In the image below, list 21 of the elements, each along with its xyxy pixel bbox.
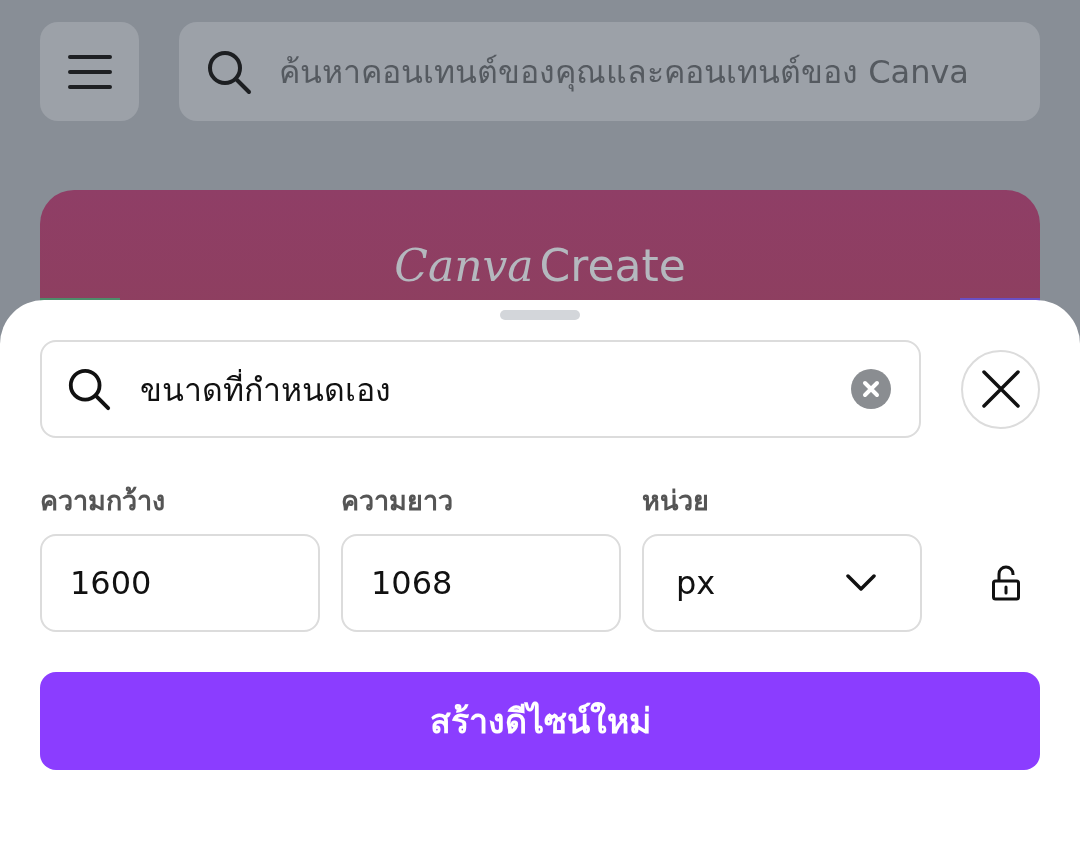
search-field[interactable]: ค้นหาคอนเทนต์ของคุณและคอนเทนต์ของ Canva [179,22,1040,121]
menu-icon [67,53,112,90]
search-icon [66,366,112,412]
unit-dropdown[interactable]: px [642,534,922,632]
number-field[interactable]: 1068 [341,534,621,632]
create-button[interactable]: สร้างดีไซน์ใหม่ [40,672,1040,770]
logo-text: Create [539,239,686,293]
close-icon [981,370,1020,408]
field-label: ความกว้าง [40,484,166,518]
drag-handle[interactable] [500,310,580,320]
chevron-down-icon [846,574,876,592]
number-field[interactable]: 1600 [40,534,320,632]
clear-button[interactable] [851,369,891,409]
menu-button[interactable] [40,22,139,121]
field-label: ความยาว [341,484,454,518]
field-label: หน่วย [642,484,710,518]
unlocked-lock-icon [991,564,1021,602]
lock-button[interactable] [991,564,1021,602]
logo-text: Canva [394,239,534,293]
search-input[interactable]: ค้นหาคอนเทนต์ของคุณและคอนเทนต์ของ Canva [277,51,1040,92]
clear-icon [851,369,891,409]
